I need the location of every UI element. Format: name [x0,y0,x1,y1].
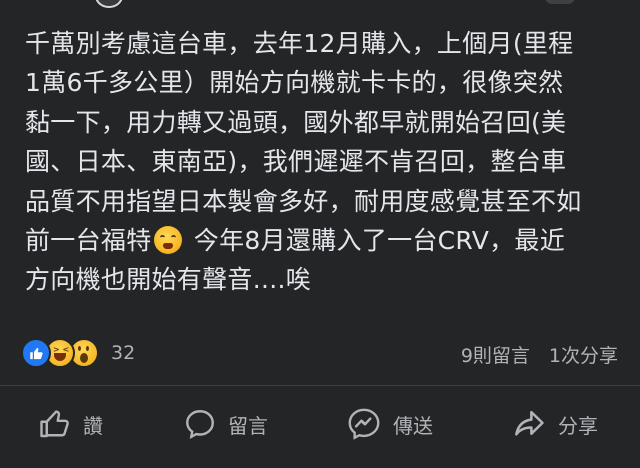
tired-face-emoji-icon [153,226,182,255]
comment-count-link[interactable]: 9則留言 [461,341,530,368]
like-reaction-icon [21,338,51,368]
reaction-count[interactable]: 32 [111,342,135,364]
comment-button[interactable]: 留言 [182,396,268,452]
divider [0,385,640,386]
post-body: 千萬別考慮這台車，去年12月購入，上個月(里程 1萬6千多公里）開始方向機就卡卡… [25,24,625,300]
reactions-summary[interactable]: > < 32 [21,338,135,368]
post-line: 黏一下，用力轉又過頭，國外都早就開始召回(美 [25,107,567,137]
like-button[interactable]: 讚 [37,396,103,452]
post-line: 國、日本、東南亞)，我們遲遲不肯召回，整台車 [25,147,567,177]
comment-label: 留言 [228,413,268,438]
like-label: 讚 [83,413,103,438]
share-arrow-icon [515,410,544,436]
send-label: 傳送 [393,413,433,438]
comment-bubble-icon [186,410,214,439]
share-count-link[interactable]: 1次分享 [549,341,618,368]
post-stats: 9則留言 1次分享 [461,341,618,368]
post-line-segment: 前一台福特 [25,226,152,256]
share-label: 分享 [558,413,598,438]
post-line: 千萬別考慮這台車，去年12月購入，上個月(里程 [25,29,574,58]
messenger-icon [348,408,380,440]
thumbs-up-icon [40,410,69,438]
share-button[interactable]: 分享 [510,396,598,452]
post-line: 品質不用指望日本製會多好，耐用度感覺甚至不如 [25,186,582,216]
post-line-segment: 今年8月還購入了一台CRV，最近 [193,226,566,256]
profile-avatar[interactable] [95,0,123,8]
send-button[interactable]: 傳送 [345,396,433,452]
top-menu-stub[interactable] [545,0,575,4]
post-line: 方向機也開始有聲音....唉 [25,265,311,295]
post-line-with-emoji: 前一台福特 今年8月還購入了一台CRV，最近 [25,221,625,260]
post-line: 1萬6千多公里）開始方向機就卡卡的，很像突然 [25,68,564,98]
post-action-bar: 讚 留言 傳送 分享 [0,396,640,452]
